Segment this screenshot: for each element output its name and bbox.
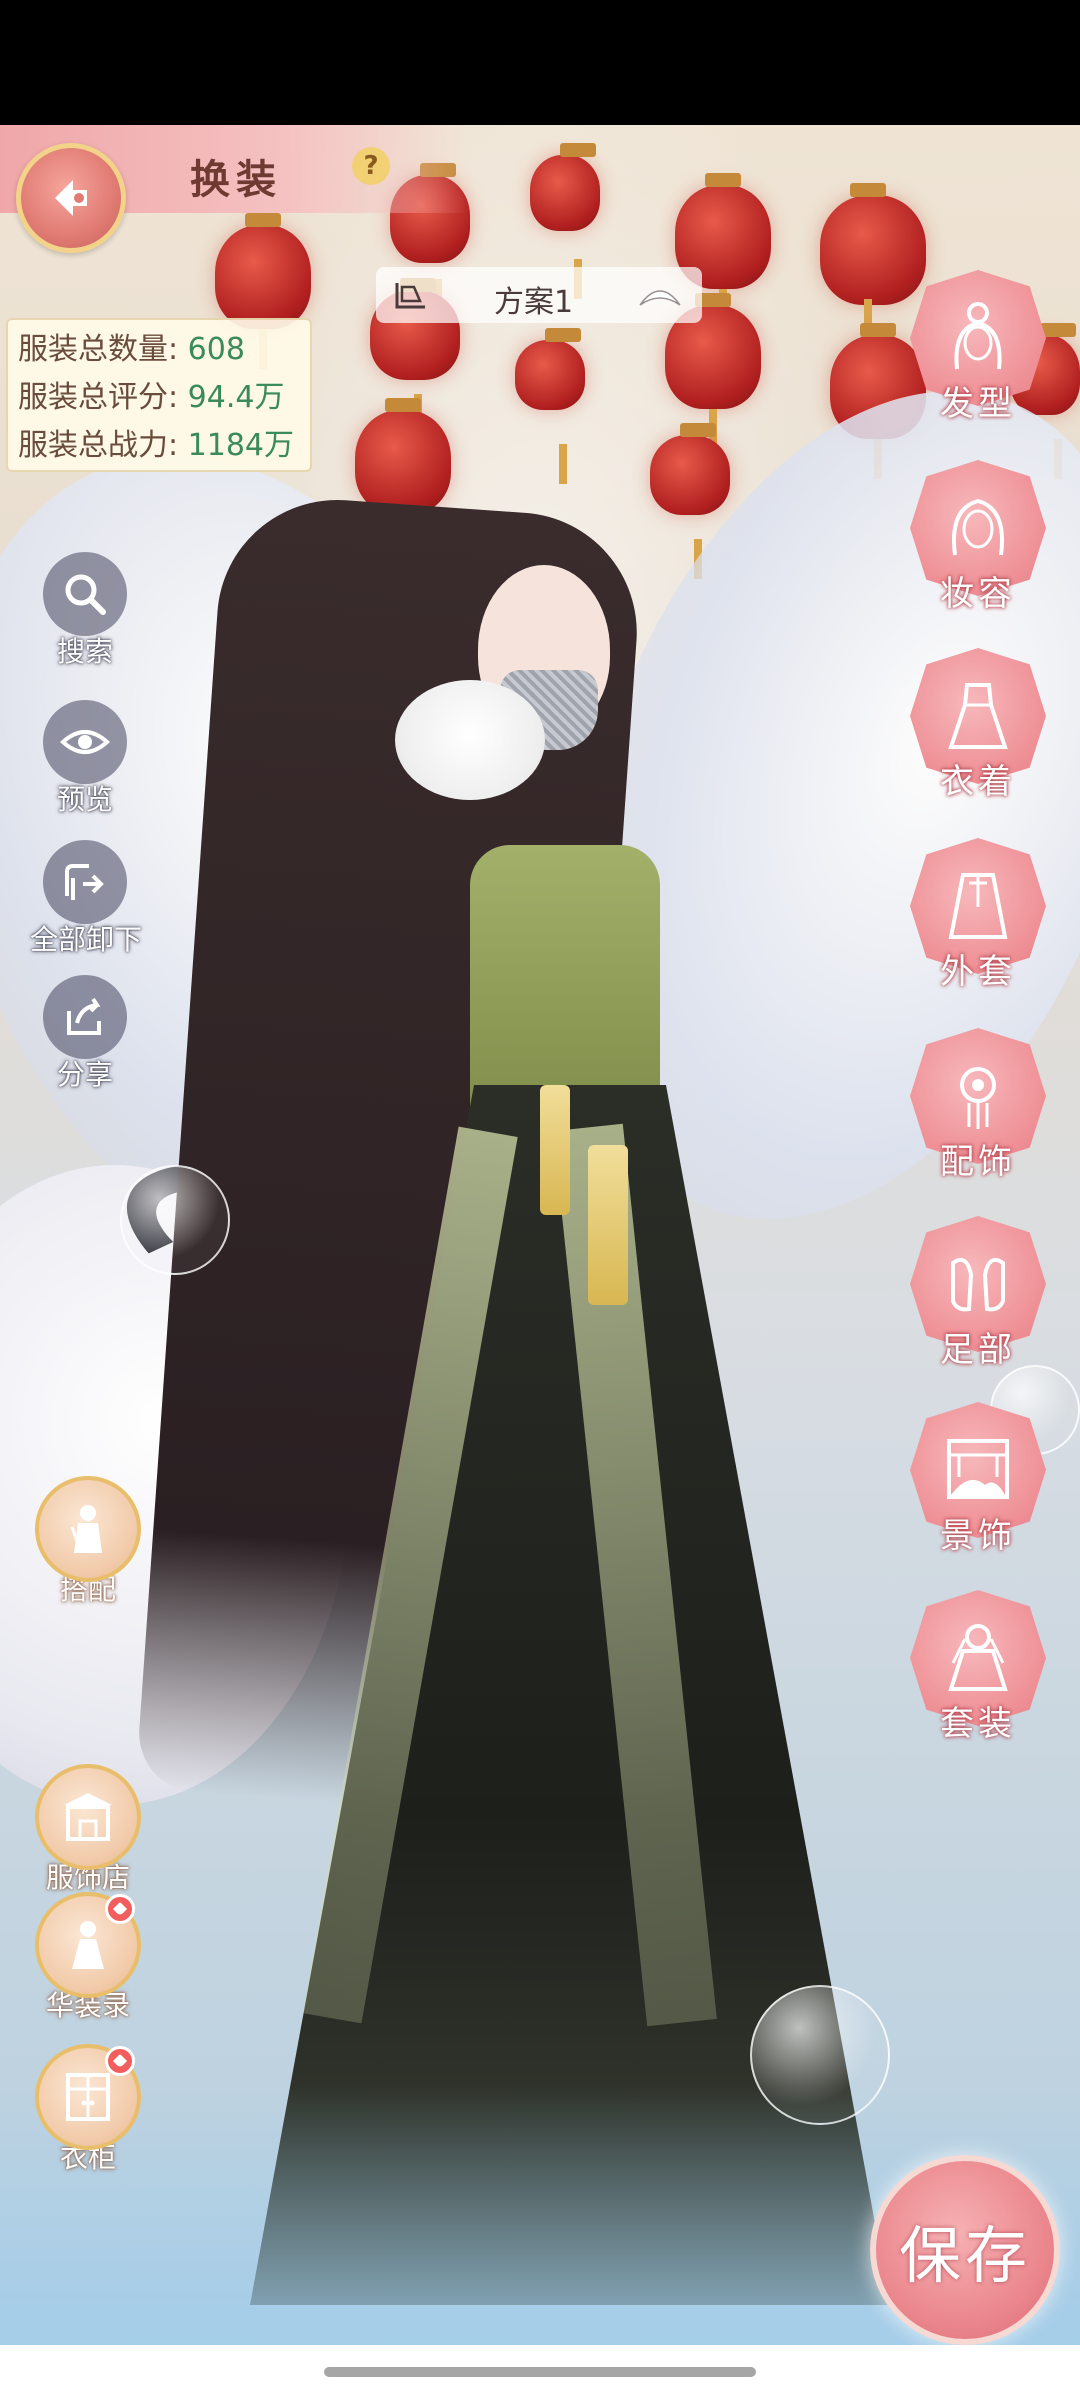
- category-label: 妆容: [940, 574, 1016, 614]
- stat-label: 服装总战力:: [18, 428, 179, 463]
- stat-label: 服装总数量:: [18, 332, 179, 367]
- category-coat[interactable]: 外套: [906, 838, 1050, 993]
- shop-button[interactable]: 服饰店: [28, 1764, 148, 1896]
- back-arrow-icon: [55, 180, 87, 216]
- status-bar: [0, 0, 1080, 125]
- stat-value: 608: [187, 332, 245, 367]
- scheme-label: 方案1: [494, 285, 574, 320]
- search-button[interactable]: 搜索: [30, 552, 140, 670]
- search-label: 搜索: [56, 635, 113, 668]
- unequip-all-label: 全部卸下: [30, 923, 143, 956]
- category-hairstyle[interactable]: 发型: [906, 270, 1050, 425]
- chevron-up-icon[interactable]: [638, 281, 682, 309]
- category-label: 衣着: [940, 762, 1016, 802]
- lantern-decoration: [515, 328, 585, 484]
- stats-panel: 服装总数量: 608 服装总评分: 94.4万 服装总战力: 1184万: [6, 318, 312, 472]
- category-label: 套装: [940, 1704, 1016, 1744]
- category-accessory[interactable]: 配饰: [906, 1028, 1050, 1183]
- eye-icon: [43, 700, 127, 784]
- wardrobe-icon: [35, 2044, 141, 2150]
- tassel-decoration: [540, 1085, 570, 1215]
- save-button[interactable]: 保存: [870, 2155, 1060, 2345]
- wardrobe-button[interactable]: 衣柜: [28, 2044, 148, 2176]
- unequip-all-button[interactable]: 全部卸下: [30, 840, 143, 958]
- save-label: 保存: [898, 2219, 1031, 2292]
- lantern-decoration: [215, 213, 311, 369]
- stat-total-count: 服装总数量: 608: [18, 326, 300, 374]
- stat-value: 1184万: [187, 428, 295, 463]
- help-icon[interactable]: ?: [352, 147, 390, 185]
- lantern-decoration: [355, 398, 451, 554]
- category-suit[interactable]: 套装: [906, 1590, 1050, 1745]
- stat-label: 服装总评分:: [18, 380, 179, 415]
- lantern-decoration: [650, 423, 730, 579]
- dress-bodice: [470, 845, 660, 1125]
- home-indicator[interactable]: [324, 2367, 756, 2377]
- category-label: 外套: [940, 952, 1016, 992]
- notification-badge: [105, 2046, 135, 2076]
- category-label: 景饰: [940, 1516, 1016, 1556]
- bubble-decoration: [120, 1165, 230, 1275]
- back-button[interactable]: [16, 143, 126, 253]
- gown-record-button[interactable]: 华装录: [28, 1892, 148, 2024]
- share-button[interactable]: 分享: [30, 975, 140, 1093]
- share-label: 分享: [56, 1058, 113, 1091]
- preview-button[interactable]: 预览: [30, 700, 140, 818]
- stat-value: 94.4万: [187, 380, 285, 415]
- preview-label: 预览: [56, 783, 113, 816]
- notification-badge: [105, 1894, 135, 1924]
- category-label: 配饰: [940, 1142, 1016, 1182]
- category-label: 足部: [940, 1330, 1016, 1370]
- category-scene-decor[interactable]: 景饰: [906, 1402, 1050, 1557]
- category-makeup[interactable]: 妆容: [906, 460, 1050, 615]
- tassel-decoration: [588, 1145, 628, 1305]
- outfit-match-icon: [35, 1476, 141, 1582]
- stat-total-score: 服装总评分: 94.4万: [18, 374, 300, 422]
- scheme-selector[interactable]: 方案1: [376, 267, 702, 323]
- page-title: 换装: [190, 156, 282, 203]
- cat-companion: [395, 680, 545, 800]
- category-clothing[interactable]: 衣着: [906, 648, 1050, 803]
- search-icon: [43, 552, 127, 636]
- gown-record-icon: [35, 1892, 141, 1998]
- shop-icon: [35, 1764, 141, 1870]
- lantern-decoration: [530, 143, 600, 299]
- share-icon: [43, 975, 127, 1059]
- outfit-match-button[interactable]: 搭配: [28, 1476, 148, 1608]
- category-shoes[interactable]: 足部: [906, 1216, 1050, 1371]
- edit-scheme-icon[interactable]: [394, 279, 428, 311]
- unequip-all-icon: [43, 840, 127, 924]
- stat-total-power: 服装总战力: 1184万: [18, 422, 300, 470]
- category-label: 发型: [940, 384, 1016, 424]
